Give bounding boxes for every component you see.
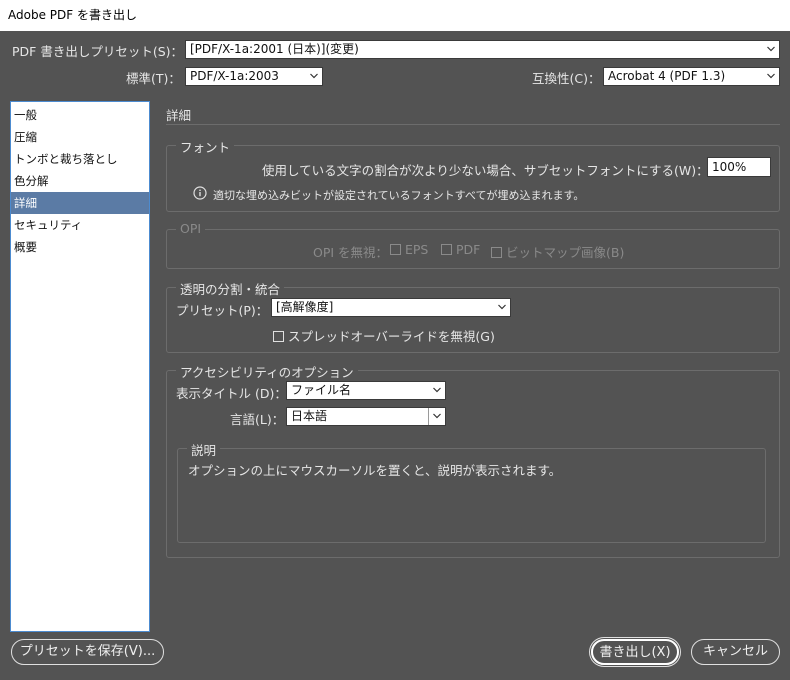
opi-bitmap-checkbox[interactable]: ビットマップ画像(B) [491, 242, 624, 261]
sidebar-item-advanced[interactable]: 詳細 [11, 192, 149, 214]
opi-legend: OPI [176, 221, 206, 236]
checkbox-icon [273, 331, 284, 342]
sidebar-item-general[interactable]: 一般 [11, 104, 149, 126]
preset-dropdown[interactable]: [PDF/X-1a:2001 (日本)](変更) [185, 40, 780, 59]
opi-ignore-label: OPI を無視： [313, 245, 389, 260]
compat-dropdown[interactable]: Acrobat 4 (PDF 1.3) [603, 67, 780, 86]
font-info-text: 適切な埋め込みビットが設定されているフォントすべてが埋め込まれます。 [213, 189, 585, 202]
cancel-button[interactable]: キャンセル [691, 639, 780, 665]
opi-eps-label: EPS [405, 242, 429, 257]
opi-pdf-checkbox[interactable]: PDF [441, 242, 480, 257]
checkbox-icon [390, 244, 401, 255]
info-icon [193, 186, 207, 200]
chevron-down-icon [498, 303, 506, 311]
heading-divider [166, 124, 780, 125]
sidebar-item-security[interactable]: セキュリティ [11, 214, 149, 236]
standard-label: 標準(T)： [126, 71, 181, 86]
chevron-down-icon[interactable] [428, 408, 445, 425]
chevron-down-icon [310, 72, 318, 80]
save-preset-button[interactable]: プリセットを保存(V)... [11, 639, 164, 665]
transparency-legend: 透明の分割・統合 [176, 279, 285, 298]
chevron-down-icon [767, 72, 775, 80]
compat-label: 互換性(C)： [532, 71, 601, 86]
spread-override-label: スプレッドオーバーライドを無視(G) [288, 329, 495, 344]
subset-label: 使用している文字の割合が次より少ない場合、サブセットフォントにする(W)： [262, 163, 709, 178]
opi-pdf-label: PDF [456, 242, 481, 257]
flattener-preset-value: [高解像度] [276, 300, 334, 314]
display-title-dropdown[interactable]: ファイル名 [286, 381, 446, 400]
description-legend: 説明 [187, 440, 221, 459]
standard-dropdown[interactable]: PDF/X-1a:2003 [185, 67, 323, 86]
opi-bitmap-label: ビットマップ画像(B) [506, 245, 625, 260]
sidebar-item-compression[interactable]: 圧縮 [11, 126, 149, 148]
language-combobox[interactable]: 日本語 [286, 407, 446, 426]
chevron-down-icon [433, 386, 441, 394]
language-value: 日本語 [291, 409, 328, 423]
panel-heading: 詳細 [166, 108, 192, 123]
spread-override-checkbox[interactable]: スプレッドオーバーライドを無視(G) [273, 326, 495, 345]
sidebar-item-marks-bleeds[interactable]: トンボと裁ち落とし [11, 148, 149, 170]
description-text: オプションの上にマウスカーソルを置くと、説明が表示されます。 [188, 463, 562, 478]
accessibility-legend: アクセシビリティのオプション [176, 362, 358, 381]
subset-percent-input[interactable]: 100% [707, 157, 771, 177]
flattener-preset-label: プリセット(P)： [176, 303, 269, 318]
preset-value: [PDF/X-1a:2001 (日本)](変更) [190, 42, 359, 56]
export-button[interactable]: 書き出し(X) [591, 639, 679, 665]
opi-eps-checkbox[interactable]: EPS [390, 242, 428, 257]
category-list: 一般 圧縮 トンボと裁ち落とし 色分解 詳細 セキュリティ 概要 [10, 101, 150, 632]
sidebar-item-output[interactable]: 色分解 [11, 170, 149, 192]
display-title-value: ファイル名 [291, 383, 352, 397]
window-title: Adobe PDF を書き出し [0, 0, 790, 31]
standard-value: PDF/X-1a:2003 [190, 69, 279, 83]
compat-value: Acrobat 4 (PDF 1.3) [608, 69, 726, 83]
sidebar-item-summary[interactable]: 概要 [11, 236, 149, 258]
font-legend: フォント [176, 137, 235, 156]
preset-label: PDF 書き出しプリセット(S)： [12, 44, 184, 59]
language-label: 言語(L)： [230, 412, 285, 427]
flattener-preset-dropdown[interactable]: [高解像度] [271, 298, 511, 317]
checkbox-icon [441, 244, 452, 255]
chevron-down-icon [767, 45, 775, 53]
checkbox-icon [491, 247, 502, 258]
display-title-label: 表示タイトル (D)： [176, 386, 287, 401]
